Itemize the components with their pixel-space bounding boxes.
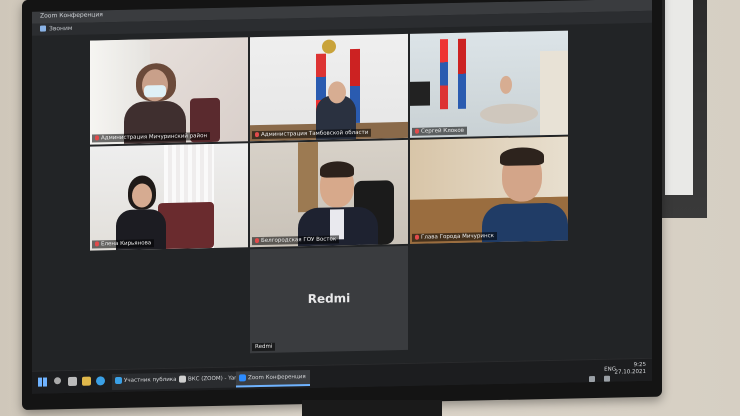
cabinet	[540, 50, 568, 136]
tile-wall	[410, 136, 568, 200]
monitor-stand	[302, 400, 442, 416]
video-tile-4[interactable]: Елена Кирьянова	[90, 143, 248, 251]
door	[298, 141, 318, 213]
browser-icon[interactable]	[96, 376, 105, 386]
participant-name: Сергей Клоков	[421, 127, 465, 135]
clock[interactable]: 9:25 27.10.2021	[615, 362, 647, 377]
video-tile-5[interactable]: Белгородская ГОУ Восток	[250, 139, 408, 248]
taskbar-app-3[interactable]: Zoom Конференция	[236, 369, 310, 388]
windows-taskbar: Участник публикац... ВКС (ZOOM) - Yand..…	[32, 357, 652, 394]
video-tile-1[interactable]: Администрация Мичуринский район	[90, 37, 248, 145]
shield-icon	[40, 25, 46, 32]
participant-name-label: Redmi	[252, 342, 276, 352]
office-monitor	[410, 81, 430, 106]
wall-panel	[655, 0, 707, 218]
zoom-icon	[239, 374, 246, 382]
window-title: Zoom Конференция	[40, 11, 103, 20]
flag	[458, 38, 466, 109]
muted-mic-icon	[415, 234, 419, 240]
folder-icon[interactable]	[82, 376, 91, 386]
windows-start-icon[interactable]	[38, 377, 47, 387]
meeting-status-label: Звоним	[49, 24, 73, 33]
muted-mic-icon	[95, 241, 99, 247]
monitor-screen: Zoom Конференция Звоним Администрация Ми…	[32, 0, 652, 394]
meeting-status[interactable]: Звоним	[40, 25, 72, 33]
network-icon[interactable]	[588, 375, 595, 383]
video-tile-3[interactable]: Сергей Клоков	[410, 30, 568, 138]
wall-panel-inner	[665, 0, 693, 195]
task-view-icon[interactable]	[68, 376, 77, 387]
participant-name: Елена Кирьянова	[101, 240, 152, 248]
participant-hair	[320, 161, 354, 178]
coat-of-arms	[322, 39, 336, 54]
muted-mic-icon	[95, 135, 99, 141]
participant-name: Администрация Мичуринский район	[101, 133, 208, 142]
participant-display-name: Redmi	[307, 291, 351, 307]
participant-name-label: Сергей Клоков	[412, 126, 468, 136]
app-icon	[115, 376, 122, 385]
video-tile-6[interactable]: Глава Города Мичуринск	[410, 136, 568, 244]
muted-mic-icon	[255, 132, 259, 138]
chair	[158, 201, 214, 250]
participant-name: Администрация Тамбовской области	[261, 129, 369, 138]
face-mask	[144, 84, 166, 98]
tv-monitor: Zoom Конференция Звоним Администрация Ми…	[22, 0, 662, 411]
muted-mic-icon	[255, 238, 259, 244]
search-icon[interactable]	[54, 377, 61, 385]
clock-date: 27.10.2021	[614, 368, 647, 376]
flag	[440, 39, 448, 110]
participant-hair	[500, 147, 544, 166]
volume-icon[interactable]	[604, 375, 610, 382]
participant-head	[500, 75, 512, 94]
muted-mic-icon	[415, 128, 419, 134]
video-tile-2[interactable]: Администрация Тамбовской области	[250, 33, 408, 142]
round-table	[480, 103, 538, 125]
taskbar-app-label: Zoom Конференция	[248, 374, 306, 382]
participant-name: Белгородская ГОУ Восток	[261, 236, 337, 244]
participant-name: Глава Города Мичуринск	[421, 233, 494, 241]
video-tile-camera-off[interactable]: Redmi Redmi	[250, 245, 408, 354]
app-icon	[179, 375, 186, 383]
participant-name-label: Елена Кирьянова	[92, 239, 155, 249]
